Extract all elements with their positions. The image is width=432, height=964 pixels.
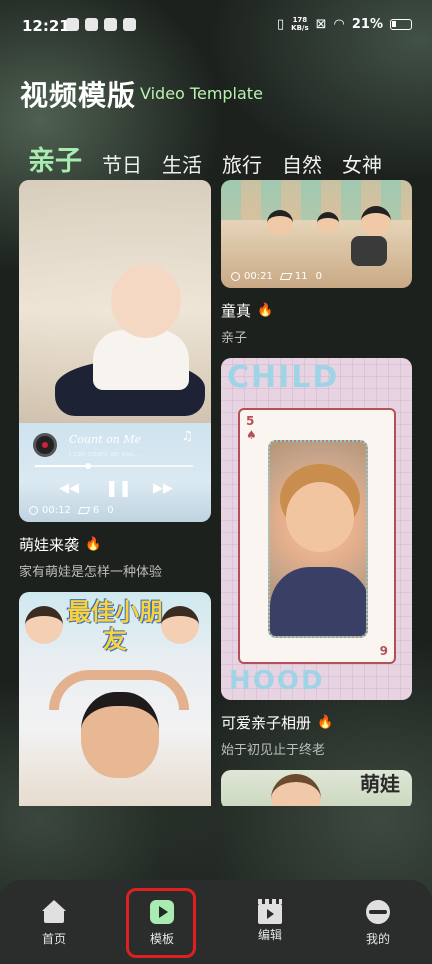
clip-count: 11: [279, 271, 308, 282]
status-time: 12:21: [22, 17, 70, 35]
category-tabs: 亲子 节日 生活 旅行 自然 女神: [28, 138, 428, 178]
page-title: 视频模版: [20, 79, 137, 112]
clock-icon: [231, 272, 240, 281]
tab-holiday[interactable]: 节日: [102, 149, 142, 178]
page-subtitle: Video Template: [140, 84, 263, 103]
cartoon-boy: [161, 606, 199, 644]
poster-word-bottom: HOOD: [229, 666, 325, 696]
card-rank-bottom: 9: [379, 644, 388, 658]
fire-icon: 🔥: [317, 715, 334, 730]
pause-icon: ❚❚: [105, 478, 132, 497]
template-title: 可爱亲子相册: [221, 714, 312, 732]
battery-percent: 21%: [351, 16, 383, 32]
template-card-innocence[interactable]: 00:21 11 0: [221, 180, 412, 288]
template-info: 可爱亲子相册 🔥 始于初见止于终老: [221, 712, 333, 758]
app-notification-icon: [66, 18, 79, 31]
template-grid[interactable]: Count on Me I can count on you... ♫ ◀◀ ❚…: [0, 180, 432, 806]
poster-word: 萌娃: [360, 772, 400, 796]
wifi-icon: ◠: [333, 16, 345, 32]
nav-edit[interactable]: 编辑: [216, 880, 324, 964]
nav-mine[interactable]: 我的: [324, 880, 432, 964]
app-notification-icon: [85, 18, 98, 31]
playing-card-frame: 5 ♠ 9: [238, 408, 396, 664]
template-card-cute-kid[interactable]: 萌娃: [221, 770, 412, 806]
highlight-annotation: [126, 888, 196, 958]
clapperboard-icon: [258, 899, 282, 924]
template-info: 萌娃来袭 🔥 家有萌娃是怎样一种体验: [19, 534, 162, 580]
network-speed: 178 KB/s: [291, 16, 308, 32]
clock-icon: [29, 506, 38, 515]
sim-icon: ⊠: [315, 16, 327, 32]
template-subtitle: 亲子: [221, 331, 248, 346]
cartoon-girl: [25, 606, 63, 644]
template-info: 童真 🔥 亲子: [221, 300, 273, 346]
toddler-shirt: [270, 567, 366, 636]
child-figure: [317, 212, 339, 234]
nav-home[interactable]: 首页: [0, 880, 108, 964]
toddler-face: [286, 482, 354, 552]
baby-body: [93, 330, 189, 390]
profile-icon: [366, 900, 390, 924]
clip-count: 6: [77, 505, 99, 516]
tab-goddess[interactable]: 女神: [342, 149, 382, 178]
battery-icon: [390, 18, 412, 30]
home-icon: [42, 900, 66, 924]
fire-icon: 🔥: [257, 303, 274, 318]
duration: 00:21: [231, 271, 273, 282]
poster-banner: 最佳小朋友: [67, 598, 163, 654]
nav-mine-label: 我的: [365, 932, 390, 946]
wechat-icon: [104, 18, 117, 31]
template-card-parent-album[interactable]: CHILD 5 ♠ 9 HOOD: [221, 358, 412, 700]
use-count: 0: [107, 505, 114, 516]
tab-nature[interactable]: 自然: [282, 149, 322, 178]
vibrate-icon: ▯: [276, 16, 285, 32]
duration: 00:12: [29, 505, 71, 516]
toddler-photo: [268, 440, 368, 638]
vinyl-disc-icon: [33, 433, 57, 457]
song-progress-bar: [35, 463, 193, 469]
use-count: 0: [315, 271, 322, 282]
tab-travel[interactable]: 旅行: [222, 149, 262, 178]
music-note-icon: ♫: [181, 429, 193, 444]
template-title: 童真: [221, 302, 252, 320]
card-stats: 00:12 6 0: [29, 505, 114, 516]
app-notification-icon: [123, 18, 136, 31]
network-speed-unit: KB/s: [291, 24, 309, 32]
template-card-best-kid[interactable]: 最佳小朋友: [19, 592, 211, 806]
song-lyric: I can count on you...: [69, 450, 141, 458]
layers-icon: [77, 507, 91, 514]
baby-head: [111, 264, 181, 338]
status-right: ▯ 178 KB/s ⊠ ◠ 21%: [277, 16, 412, 32]
rewind-icon: ◀◀: [59, 481, 79, 496]
child-figure: [361, 206, 391, 236]
card-stats: 00:21 11 0: [231, 271, 322, 282]
nav-edit-label: 编辑: [257, 928, 282, 942]
card-rank-top: 5 ♠: [246, 414, 257, 442]
kid-head: [271, 774, 321, 806]
layers-icon: [279, 273, 293, 280]
template-subtitle: 始于初见止于终老: [221, 743, 326, 758]
child-figure: [267, 210, 293, 236]
bottom-nav: 首页 模板 编辑 我的: [0, 880, 432, 964]
tab-parent-child[interactable]: 亲子: [28, 139, 82, 178]
boy-head: [81, 692, 159, 778]
template-card-cute-baby[interactable]: Count on Me I can count on you... ♫ ◀◀ ❚…: [19, 180, 211, 522]
fire-icon: 🔥: [85, 537, 102, 552]
network-speed-value: 178: [292, 16, 308, 24]
template-title: 萌娃来袭: [19, 536, 80, 554]
status-bar: 12:21 ▯ 178 KB/s ⊠ ◠ 21%: [0, 0, 432, 52]
template-subtitle: 家有萌娃是怎样一种体验: [19, 565, 163, 580]
poster-word-top: CHILD: [227, 360, 340, 395]
notification-icons: [66, 18, 136, 31]
song-title: Count on Me: [69, 433, 142, 446]
tab-life[interactable]: 生活: [162, 149, 202, 178]
child-figure: [351, 236, 387, 266]
fast-forward-icon: ▶▶: [153, 481, 173, 496]
nav-home-label: 首页: [41, 932, 66, 946]
